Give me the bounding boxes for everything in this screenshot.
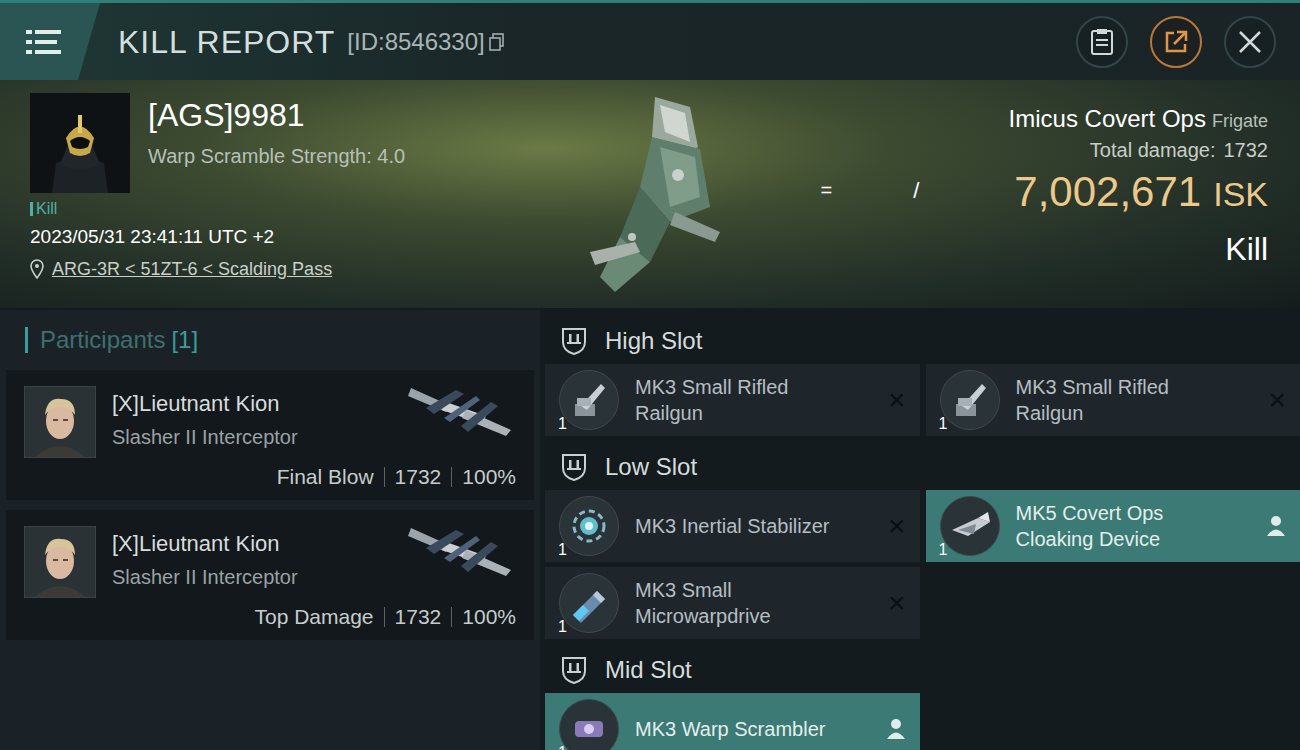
interceptor-ship-icon: [406, 378, 516, 440]
menu-button[interactable]: [0, 3, 100, 80]
slot-items: 1 MK3 Small Rifled Railgun × 1 MK3 Small Rif…: [545, 364, 1300, 436]
clipboard-icon: [1090, 28, 1114, 56]
module-name: MK5 Covert Ops Cloaking Device: [1016, 500, 1216, 552]
victim-portrait[interactable]: [30, 93, 130, 193]
destroyed-mark: ×: [888, 511, 906, 541]
close-icon: [1237, 29, 1263, 55]
slot-title: High Slot: [605, 323, 702, 359]
module-quantity: 1: [558, 415, 567, 433]
destroyed-mark: ×: [1268, 385, 1286, 415]
log-button[interactable]: [1076, 16, 1128, 68]
share-button[interactable]: [1150, 16, 1202, 68]
module-name: MK3 Inertial Stabilizer: [635, 513, 835, 539]
slot-header: Mid Slot: [545, 647, 1300, 693]
person-icon: [886, 718, 906, 740]
participants-panel: Participants[1] [X]Lieutnant Kion Slasher …: [0, 310, 540, 750]
top-bar: KILL REPORT [ID:8546330]: [0, 0, 1300, 80]
slot-header: High Slot: [545, 318, 1300, 364]
participant-role: Final Blow: [277, 464, 374, 490]
module-item[interactable]: 1 MK3 Inertial Stabilizer ×: [545, 490, 920, 562]
shield-icon: [559, 326, 589, 356]
kill-time: 2023/05/31 23:41:11 UTC +2: [30, 225, 540, 249]
isk-value: 7,002,671: [1014, 167, 1201, 217]
shield-icon: [559, 655, 589, 685]
module-item[interactable]: 1 MK3 Small Microwarpdrive ×: [545, 567, 920, 639]
module-quantity: 1: [939, 541, 948, 559]
total-damage: 1732: [1224, 137, 1269, 163]
participant-card[interactable]: [X]Lieutnant Kion Slasher II Interceptor T…: [6, 510, 534, 640]
participant-role: Top Damage: [254, 604, 373, 630]
result: Kill: [1225, 229, 1268, 269]
pilot-ship: Slasher II Interceptor: [112, 564, 298, 590]
location-link[interactable]: ARG-3R < 51ZT-6 < Scalding Pass: [30, 257, 540, 281]
shield-icon: [559, 452, 589, 482]
location[interactable]: ARG-3R < 51ZT-6 < Scalding Pass: [52, 257, 332, 281]
scrambler-icon: [567, 707, 611, 750]
ship-image: [540, 80, 780, 308]
slot-title: Mid Slot: [605, 652, 692, 688]
module-item[interactable]: 1 MK3 Small Rifled Railgun ×: [545, 364, 920, 436]
participants-count: [1]: [171, 322, 198, 358]
share-icon: [1163, 29, 1189, 55]
location-pin-icon: [30, 259, 44, 279]
module-quantity: 1: [558, 618, 567, 636]
destroyed-mark: ×: [888, 385, 906, 415]
participants-header: Participants[1]: [0, 310, 540, 370]
slot-items: 1 MK3 Warp Scrambler: [545, 693, 1300, 750]
railgun-icon: [567, 378, 611, 422]
module-item[interactable]: 1 MK3 Small Rifled Railgun ×: [926, 364, 1300, 436]
module-name: MK3 Small Rifled Railgun: [1016, 374, 1216, 426]
page-title: KILL REPORT: [118, 18, 335, 66]
participants-title: Participants: [40, 322, 165, 358]
equals-symbol: =: [821, 175, 833, 205]
module-name: MK3 Small Microwarpdrive: [635, 577, 835, 629]
pilot-portrait[interactable]: [24, 526, 96, 598]
participant-damage: 1732: [395, 464, 442, 490]
cloak-icon: [948, 504, 992, 548]
imicus-ship-icon: [560, 87, 760, 302]
participant-damage: 1732: [395, 604, 442, 630]
module-name: MK3 Small Rifled Railgun: [635, 374, 835, 426]
slot-header: Low Slot: [545, 444, 1300, 490]
module-item[interactable]: 1 MK3 Warp Scrambler: [545, 693, 920, 750]
warp-scramble-strength: Warp Scramble Strength: 4.0: [148, 143, 405, 169]
module-quantity: 1: [939, 415, 948, 433]
slot-items: 1 MK3 Inertial Stabilizer × 1 MK5 Covert Ops…: [545, 490, 1300, 639]
close-button[interactable]: [1224, 16, 1276, 68]
module-name: MK3 Warp Scrambler: [635, 716, 835, 742]
pilot-ship: Slasher II Interceptor: [112, 424, 298, 450]
slash-symbol: /: [913, 174, 919, 207]
damage-label: Total damage:: [1090, 137, 1216, 163]
victim-info: [AGS]9981 Warp Scramble Strength: 4.0 Kill…: [0, 80, 540, 308]
participant-share: 100%: [462, 604, 516, 630]
kill-header: [AGS]9981 Warp Scramble Strength: 4.0 Kill…: [0, 80, 1300, 308]
module-quantity: 1: [558, 744, 567, 750]
pilot-name[interactable]: [X]Lieutnant Kion: [112, 526, 298, 558]
copy-icon[interactable]: [489, 33, 505, 51]
mwd-icon: [567, 581, 611, 625]
stabilizer-icon: [567, 504, 611, 548]
module-item[interactable]: 1 MK5 Covert Ops Cloaking Device: [926, 490, 1300, 562]
currency: ISK: [1213, 174, 1268, 214]
menu-icon[interactable]: [26, 27, 62, 57]
victim-name[interactable]: [AGS]9981: [148, 95, 405, 135]
module-quantity: 1: [558, 541, 567, 559]
report-id: [ID:8546330]: [347, 24, 484, 60]
person-icon: [1266, 515, 1286, 537]
interceptor-ship-icon: [406, 518, 516, 580]
participant-share: 100%: [462, 464, 516, 490]
slot-title: Low Slot: [605, 449, 697, 485]
destroyed-mark: ×: [888, 588, 906, 618]
toolbar: [1076, 16, 1300, 68]
ship-name: Imicus Covert Ops: [1009, 104, 1206, 134]
fitting-panel: High Slot 1 MK3 Small Rifled Railgun × 1 MK3 …: [545, 310, 1300, 750]
railgun-icon: [948, 378, 992, 422]
ship-class: Frigate: [1212, 108, 1268, 135]
participant-card[interactable]: [X]Lieutnant Kion Slasher II Interceptor F…: [6, 370, 534, 500]
kill-tag: Kill: [36, 199, 57, 219]
ship-info: Imicus Covert OpsFrigateTotal damage: 173…: [960, 80, 1300, 308]
pilot-name[interactable]: [X]Lieutnant Kion: [112, 386, 298, 418]
pilot-portrait[interactable]: [24, 386, 96, 458]
